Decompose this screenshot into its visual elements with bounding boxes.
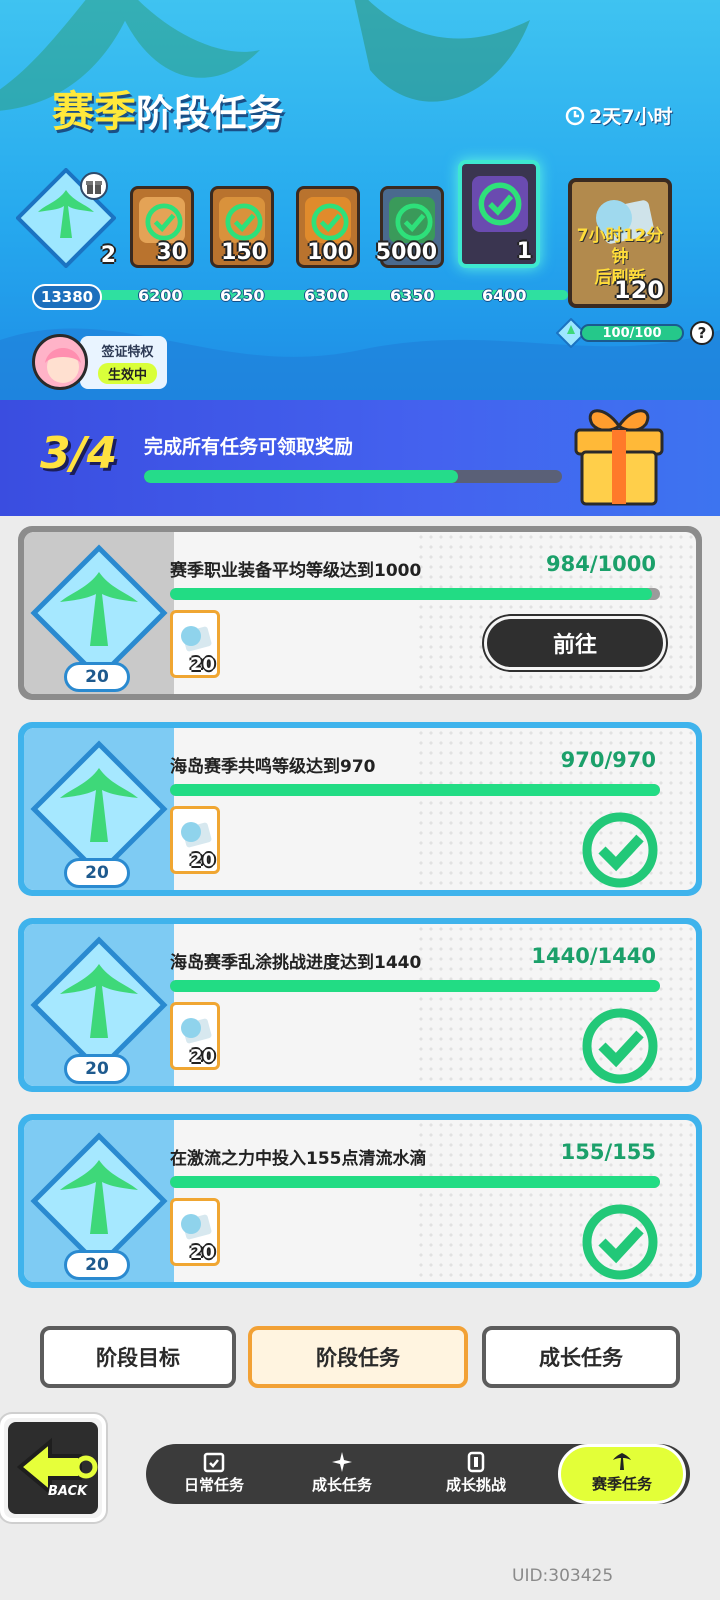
- milestone-label: 6200: [138, 286, 183, 305]
- completed-check-icon: [582, 1008, 658, 1084]
- visa-privilege[interactable]: 签证特权 生效中: [32, 334, 168, 390]
- season-timer: 2天7小时: [565, 102, 672, 129]
- task-points-badge: 20: [64, 662, 130, 692]
- claimed-check-icon: [145, 203, 183, 241]
- claimed-check-icon: [395, 203, 433, 241]
- reward-item-3[interactable]: 100: [296, 186, 360, 268]
- reward-item-4[interactable]: 5000: [376, 186, 444, 268]
- season-header: 赛季阶段任务 2天7小时 2 30 150 100 5000 1 7小时12分钟…: [0, 0, 720, 400]
- points-cap: 100/100 ?: [556, 318, 714, 348]
- task-progress-bar: [170, 784, 660, 796]
- palm-tree-icon: [613, 1453, 631, 1470]
- tab-stage-goals[interactable]: 阶段目标: [40, 1326, 236, 1388]
- nav-season-tasks[interactable]: 赛季任务: [558, 1444, 686, 1504]
- water-drop-ticket-icon: [181, 1214, 212, 1240]
- palm-leaf-decoration-icon: [354, 0, 530, 102]
- stage-progress-banner: 3/4 完成所有任务可领取奖励: [0, 400, 720, 516]
- reward-item-next[interactable]: 7小时12分钟 后刷新 120: [568, 178, 672, 308]
- clock-icon: [565, 106, 585, 125]
- task-name: 海岛赛季共鸣等级达到970: [170, 757, 376, 777]
- water-drop-ticket-icon: [181, 626, 212, 652]
- page-title: 赛季阶段任务: [52, 87, 285, 136]
- water-drop-ticket-icon: [181, 822, 212, 848]
- stage-description: 完成所有任务可领取奖励: [144, 436, 354, 458]
- tab-stage-tasks[interactable]: 阶段任务: [248, 1326, 468, 1388]
- reward-item-5-current[interactable]: 1: [458, 160, 540, 268]
- task-card: 20 海岛赛季共鸣等级达到970 970/970 20: [18, 722, 702, 896]
- milestone-label: 6250: [220, 286, 265, 305]
- task-reward-item[interactable]: 20: [170, 806, 220, 874]
- water-drop-ticket-icon: [181, 1018, 212, 1044]
- task-reward-item[interactable]: 20: [170, 610, 220, 678]
- task-name: 海岛赛季乱涂挑战进度达到1440: [170, 953, 422, 973]
- task-name: 赛季职业装备平均等级达到1000: [170, 561, 422, 581]
- task-list[interactable]: 20 赛季职业装备平均等级达到1000 984/1000 20 前往 20 海岛…: [0, 516, 720, 1302]
- task-card: 20 在激流之力中投入155点清流水滴 155/155 20: [18, 1114, 702, 1288]
- reward-item-2[interactable]: 150: [210, 186, 274, 268]
- stage-progress-bar: [144, 470, 562, 483]
- stage-count: 3/4: [40, 428, 118, 479]
- completed-check-icon: [582, 1204, 658, 1280]
- bottom-nav: 日常任务 成长任务 成长挑战 赛季任务: [146, 1444, 690, 1504]
- help-icon[interactable]: ?: [690, 321, 714, 345]
- task-name: 在激流之力中投入155点清流水滴: [170, 1149, 427, 1169]
- trophy-icon: [467, 1451, 485, 1473]
- completed-check-icon: [582, 812, 658, 888]
- milestone-label: 6350: [390, 286, 435, 305]
- task-progress-bar: [170, 588, 660, 600]
- reward-item-partial[interactable]: 2: [96, 186, 120, 268]
- task-progress-text: 1440/1440: [531, 944, 656, 968]
- reward-item-1[interactable]: 30: [130, 186, 194, 268]
- user-id: UID:303425: [512, 1566, 614, 1586]
- task-card: 20 海岛赛季乱涂挑战进度达到1440 1440/1440 20: [18, 918, 702, 1092]
- task-card: 20 赛季职业装备平均等级达到1000 984/1000 20 前往: [18, 526, 702, 700]
- task-points-badge: 20: [64, 1054, 130, 1084]
- nav-growth-tasks[interactable]: 成长任务: [282, 1448, 402, 1500]
- nav-growth-challenge[interactable]: 成长挑战: [416, 1448, 536, 1500]
- tab-growth-tasks[interactable]: 成长任务: [482, 1326, 680, 1388]
- milestone-label: 6400: [482, 286, 527, 305]
- calendar-check-icon: [203, 1452, 225, 1473]
- sparkle-icon: [332, 1452, 352, 1472]
- season-points-total: 13380: [32, 284, 102, 310]
- milestone-label: 6300: [304, 286, 349, 305]
- task-reward-item[interactable]: 20: [170, 1002, 220, 1070]
- task-progress-text: 970/970: [560, 748, 656, 772]
- avatar: [32, 334, 88, 390]
- task-progress-bar: [170, 980, 660, 992]
- task-progress-text: 984/1000: [546, 552, 656, 576]
- go-button[interactable]: 前往: [484, 616, 666, 670]
- back-button[interactable]: BACK: [0, 1414, 106, 1522]
- task-progress-text: 155/155: [560, 1140, 656, 1164]
- nav-daily-tasks[interactable]: 日常任务: [154, 1448, 274, 1500]
- sub-tabs: 阶段目标 阶段任务 成长任务: [40, 1326, 680, 1390]
- task-progress-bar: [170, 1176, 660, 1188]
- task-points-badge: 20: [64, 1250, 130, 1280]
- claimed-check-icon: [478, 182, 522, 226]
- claimed-check-icon: [225, 203, 263, 241]
- gift-box-reward-icon[interactable]: [564, 400, 674, 512]
- task-reward-item[interactable]: 20: [170, 1198, 220, 1266]
- claimed-check-icon: [311, 203, 349, 241]
- task-points-badge: 20: [64, 858, 130, 888]
